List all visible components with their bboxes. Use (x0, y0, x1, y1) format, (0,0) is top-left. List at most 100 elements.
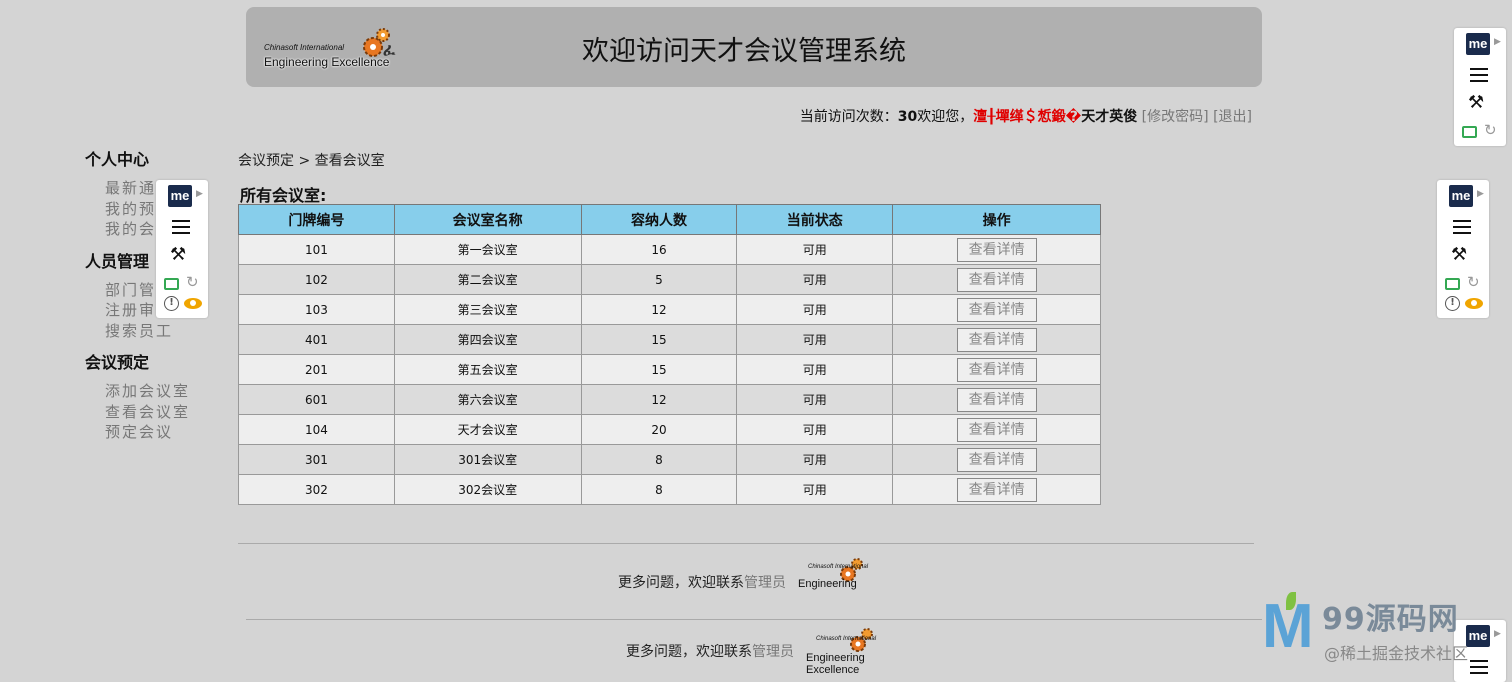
page-title: 欢迎访问天才会议管理系统 (582, 36, 906, 67)
view-details-button[interactable]: 查看详情 (956, 447, 1037, 472)
room-capacity: 20 (580, 414, 738, 445)
view-details-button[interactable]: 查看详情 (956, 357, 1037, 382)
menu-icon[interactable] (1453, 220, 1471, 234)
admin-link[interactable]: 管理员 (744, 575, 786, 591)
sidebar-item-add-room[interactable]: 添加会议室 (85, 381, 225, 402)
eye-icon[interactable] (184, 298, 202, 309)
sidebar-item-view-rooms[interactable]: 查看会议室 (85, 402, 225, 423)
extension-toolbar-top-right: me ▶ ⚒ ↻ (1454, 28, 1506, 146)
footer-logo-slogan: Engineering Excellence (798, 578, 857, 590)
site-watermark: M 99源码网 @稀土掘金技术社区 (1262, 592, 1512, 682)
warning-icon[interactable]: ! (1445, 296, 1460, 311)
reload-icon[interactable]: ↻ (1467, 273, 1480, 291)
view-details-button[interactable]: 查看详情 (956, 477, 1037, 502)
room-number: 104 (238, 414, 395, 445)
eye-icon[interactable] (1465, 298, 1483, 309)
room-status: 可用 (736, 234, 894, 265)
breadcrumb: 会议预定 > 查看会议室 (238, 153, 385, 169)
room-capacity: 12 (580, 294, 738, 325)
room-number: 103 (238, 294, 395, 325)
sidebar-item-search-staff[interactable]: 搜索员工 (85, 321, 225, 342)
me-extension-badge[interactable]: me (1449, 185, 1473, 207)
room-capacity: 12 (580, 384, 738, 415)
view-details-button[interactable]: 查看详情 (956, 387, 1037, 412)
column-header-name: 会议室名称 (393, 204, 582, 235)
footer-divider (238, 543, 1254, 544)
column-header-actions: 操作 (892, 204, 1101, 235)
visits-count: 30 (897, 109, 918, 125)
room-name: 第六会议室 (393, 384, 582, 415)
sidebar-group-booking: 会议预定 添加会议室 查看会议室 预定会议 (85, 351, 225, 443)
cast-icon[interactable] (1462, 126, 1477, 138)
extension-toolbar-left: me ▶ ⚒ ↻ ! (156, 180, 208, 318)
room-status: 可用 (736, 444, 894, 475)
view-details-button[interactable]: 查看详情 (956, 327, 1037, 352)
room-actions: 查看详情 (892, 354, 1101, 385)
sidebar-item-book-meeting[interactable]: 预定会议 (85, 422, 225, 443)
room-name: 第一会议室 (393, 234, 582, 265)
watermark-mark: M (1262, 592, 1314, 661)
footer-text: 更多问题，欢迎联系 (618, 575, 744, 591)
room-name: 301会议室 (393, 444, 582, 475)
footer-logo-slogan: Engineering Excellence (806, 652, 865, 676)
extension-toolbar-right: me ▶ ⚒ ↻ ! (1437, 180, 1489, 318)
welcome-text: 欢迎您， (917, 109, 974, 125)
watermark-subtitle: @稀土掘金技术社区 (1324, 644, 1469, 663)
table-header-row: 门牌编号 会议室名称 容纳人数 当前状态 操作 (238, 204, 1101, 235)
room-status: 可用 (736, 294, 894, 325)
room-number: 301 (238, 444, 395, 475)
footer-logo: Chinasoft International Engineering Exce… (806, 626, 886, 678)
menu-icon[interactable] (172, 220, 190, 234)
room-number: 601 (238, 384, 395, 415)
change-password-link[interactable]: [修改密码] (1142, 109, 1209, 125)
footer-logo-company: Chinasoft International (816, 636, 877, 642)
room-capacity: 16 (580, 234, 738, 265)
room-status: 可用 (736, 384, 894, 415)
room-actions: 查看详情 (892, 294, 1101, 325)
sidebar-group-title: 个人中心 (85, 150, 150, 169)
table-row: 401 第四会议室 15 可用 查看详情 (238, 324, 1101, 355)
view-details-button[interactable]: 查看详情 (956, 417, 1037, 442)
admin-link[interactable]: 管理员 (752, 644, 794, 660)
sidebar-group-title: 会议预定 (85, 353, 150, 372)
room-name: 302会议室 (393, 474, 582, 505)
cast-icon[interactable] (164, 278, 179, 290)
chinasoft-logo: ፈ Chinasoft International Engineering Ex… (264, 19, 404, 74)
watermark-title: 99源码网 (1322, 602, 1459, 637)
table-row: 104 天才会议室 20 可用 查看详情 (238, 414, 1101, 445)
magic-wand-icon[interactable]: ⚒ (1451, 244, 1467, 265)
logo-slogan-text: Engineering Excellence (264, 55, 390, 69)
table-row: 101 第一会议室 16 可用 查看详情 (238, 234, 1101, 265)
room-capacity: 15 (580, 354, 738, 385)
expand-arrow-icon[interactable]: ▶ (1477, 189, 1484, 199)
room-actions: 查看详情 (892, 384, 1101, 415)
magic-wand-icon[interactable]: ⚒ (1468, 92, 1484, 113)
reload-icon[interactable]: ↻ (186, 273, 199, 291)
room-name: 第三会议室 (393, 294, 582, 325)
room-capacity: 15 (580, 324, 738, 355)
room-actions: 查看详情 (892, 474, 1101, 505)
room-status: 可用 (736, 414, 894, 445)
menu-icon[interactable] (1470, 68, 1488, 82)
room-actions: 查看详情 (892, 414, 1101, 445)
expand-arrow-icon[interactable]: ▶ (196, 189, 203, 199)
me-extension-badge[interactable]: me (1466, 33, 1490, 55)
header-banner: ፈ Chinasoft International Engineering Ex… (246, 7, 1262, 87)
view-details-button[interactable]: 查看详情 (956, 267, 1037, 292)
me-extension-badge[interactable]: me (168, 185, 192, 207)
table-row: 201 第五会议室 15 可用 查看详情 (238, 354, 1101, 385)
reload-icon[interactable]: ↻ (1484, 121, 1497, 139)
room-capacity: 5 (580, 264, 738, 295)
column-header-capacity: 容纳人数 (580, 204, 738, 235)
warning-icon[interactable]: ! (164, 296, 179, 311)
view-details-button[interactable]: 查看详情 (956, 297, 1037, 322)
view-details-button[interactable]: 查看详情 (956, 237, 1037, 262)
footer-logo-company: Chinasoft International (808, 564, 869, 570)
rooms-table: 门牌编号 会议室名称 容纳人数 当前状态 操作 101 第一会议室 16 可用 … (238, 204, 1101, 505)
footer-logo: Chinasoft International Engineering Exce… (798, 556, 878, 590)
magic-wand-icon[interactable]: ⚒ (170, 244, 186, 265)
cast-icon[interactable] (1445, 278, 1460, 290)
logout-link[interactable]: [退出] (1213, 109, 1252, 125)
footer-contact: 更多问题，欢迎联系管理员 (618, 572, 786, 592)
expand-arrow-icon[interactable]: ▶ (1494, 37, 1501, 47)
